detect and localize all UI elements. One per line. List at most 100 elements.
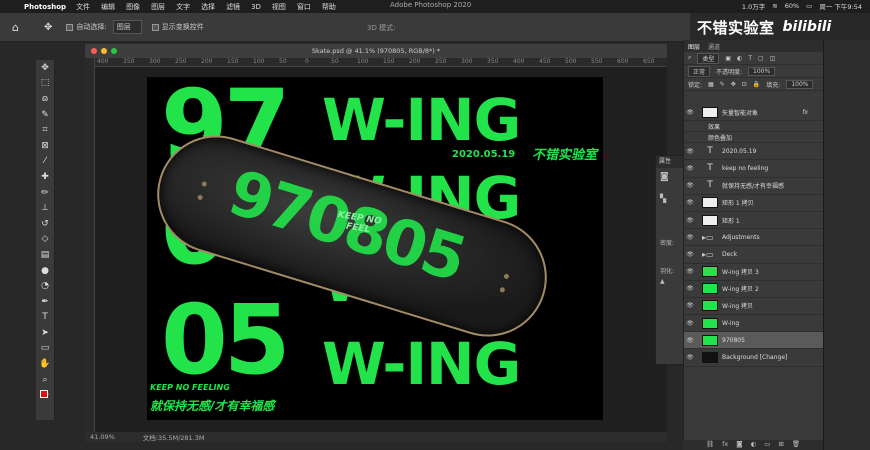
visibility-eye-icon[interactable]: 👁 [684,182,696,189]
minimize-window-icon[interactable] [101,48,107,54]
visibility-eye-icon[interactable]: 👁 [684,302,696,309]
layer-filter-dropdown[interactable]: 类型 [697,52,720,64]
document-tab[interactable]: Skate.psd @ 41.1% (970805, RGB/8*) * [85,44,667,58]
filter-type-icon[interactable]: T [748,55,752,62]
add-mask-icon[interactable]: ◙ [736,440,742,450]
menu-help[interactable]: 帮助 [322,2,336,12]
artwork[interactable]: 97 08 05 W-ING W-ING W-ING W-ING 2020.05… [147,77,603,420]
layer-row[interactable]: 👁 矩形 1 拷贝 [684,195,824,212]
menu-filter[interactable]: 滤镜 [226,2,240,12]
layer-row[interactable]: 👁 T 2020.05.19 [684,143,824,161]
battery-level[interactable]: 60% [785,2,799,10]
menu-file[interactable]: 文件 [76,2,90,12]
path-select-icon[interactable]: ➤ [36,325,54,341]
menu-view[interactable]: 视图 [272,2,286,12]
wifi-icon[interactable]: ≋ [772,2,777,10]
gradient-tool-icon[interactable]: ▤ [36,247,54,263]
frame-tool-icon[interactable]: ⊠ [36,138,54,154]
lock-pixels-icon[interactable]: ▦ [708,81,714,88]
layer-row[interactable]: 👁 W-ing 拷贝 [684,298,824,316]
layer-row[interactable]: 👁 W-ing [684,315,824,333]
brush-tool-icon[interactable]: ✏ [36,185,54,201]
healing-brush-icon[interactable]: ✚ [36,169,54,185]
layer-row[interactable]: 👁 W-ing 拷贝 2 [684,281,824,298]
feather-slider[interactable]: ▲ [660,278,665,285]
menu-image[interactable]: 图像 [126,2,140,12]
visibility-eye-icon[interactable]: 👁 [684,285,696,292]
layer-row[interactable]: 👁 Tkeep no feeling [684,160,824,178]
lock-paint-icon[interactable]: ✎ [720,81,725,88]
quick-select-tool-icon[interactable]: ✎ [36,107,54,123]
menu-edit[interactable]: 编辑 [101,2,115,12]
trash-icon[interactable]: 🗑 [792,440,800,450]
menu-type[interactable]: 文字 [176,2,190,12]
visibility-eye-icon[interactable]: 👁 [684,148,696,155]
tab-layers[interactable]: 图层 [688,42,700,51]
zoom-tool-icon[interactable]: ⌕ [36,372,54,388]
zoom-level[interactable]: 41.09% [90,433,115,441]
rectangle-tool-icon[interactable]: ▭ [36,341,54,357]
fill-field[interactable]: 100% [786,79,814,89]
layer-row[interactable]: 👁 ▸▭ Deck [684,246,824,264]
home-icon[interactable]: ⌂ [12,21,19,34]
close-window-icon[interactable] [91,48,97,54]
stamp-tool-icon[interactable]: ⊥ [36,200,54,216]
layer-effect-item[interactable]: 颜色叠加 [684,132,824,144]
lock-move-icon[interactable]: ✥ [731,81,736,88]
canvas-area[interactable]: 97 08 05 W-ING W-ING W-ING W-ING 2020.05… [95,67,667,432]
layer-row[interactable]: 👁 T 就保持无感/才有幸福感 [684,178,824,195]
filter-shape-icon[interactable]: ▢ [758,55,764,62]
lasso-tool-icon[interactable]: ɷ [36,91,54,107]
foreground-color-swatch[interactable] [40,390,48,398]
doc-size[interactable]: 文档:35.5M/281.3M [143,432,205,442]
opacity-field[interactable]: 100% [748,66,776,76]
crop-tool-icon[interactable]: ⌗ [36,122,54,138]
dodge-tool-icon[interactable]: ◔ [36,278,54,294]
layer-row[interactable]: 👁 W-ing 拷贝 3 [684,264,824,281]
layer-row[interactable]: 👁 Background [Change] [684,349,824,367]
eraser-tool-icon[interactable]: ◇ [36,232,54,248]
adjustment-icon[interactable]: ◐ [751,440,757,450]
visibility-eye-icon[interactable]: 👁 [684,165,696,172]
menu-select[interactable]: 选择 [201,2,215,12]
filter-pixel-icon[interactable]: ▣ [725,55,731,62]
horizontal-ruler[interactable]: 400 350 300 250 200 150 100 50 0 50 100 150 200 250 30… [95,58,667,67]
pen-tool-icon[interactable]: ✒ [36,294,54,310]
move-tool-icon[interactable]: ✥ [36,60,54,76]
lock-all-icon[interactable]: 🔒 [753,81,760,88]
menu-layer[interactable]: 图层 [151,2,165,12]
clock[interactable]: 周一 下午9:54 [819,1,862,11]
vertical-ruler[interactable] [85,58,95,432]
visibility-eye-icon[interactable]: 👁 [684,268,696,275]
filter-adjust-icon[interactable]: ◐ [737,55,742,62]
lock-artboard-icon[interactable]: ⊡ [742,81,747,88]
maximize-window-icon[interactable] [111,48,117,54]
link-layers-icon[interactable]: ⛓ [706,440,714,450]
app-name[interactable]: Photoshop [24,3,66,11]
auto-select-checkbox[interactable] [66,23,74,31]
new-layer-icon[interactable]: ⊞ [778,440,783,450]
tab-channels[interactable]: 通道 [708,42,720,51]
menu-window[interactable]: 窗口 [297,2,311,12]
visibility-eye-icon[interactable]: 👁 [684,199,696,206]
fx-icon[interactable]: fx [722,440,728,450]
filter-smart-icon[interactable]: ◫ [770,55,776,62]
layer-row[interactable]: 👁 矩形 1 [684,212,824,230]
blend-mode-dropdown[interactable]: 正常 [688,65,711,77]
show-transform-checkbox[interactable] [151,23,159,31]
mask-icon[interactable]: ◙ [660,172,669,182]
move-tool-icon[interactable]: ✥ [44,22,52,33]
word-count[interactable]: 1.0万字 [742,1,765,11]
new-group-icon[interactable]: ▭ [764,440,770,450]
layer-row[interactable]: 👁 ▸▭ Adjustments [684,229,824,247]
blur-tool-icon[interactable]: ● [36,263,54,279]
visibility-eye-icon[interactable]: 👁 [684,320,696,327]
layer-effect-item[interactable]: 效果 [684,121,824,133]
hand-tool-icon[interactable]: ✋ [36,356,54,372]
battery-icon[interactable]: ▭ [806,2,812,10]
visibility-eye-icon[interactable]: 👁 [684,337,696,344]
type-tool-icon[interactable]: T [36,310,54,326]
history-brush-icon[interactable]: ↺ [36,216,54,232]
menu-3d[interactable]: 3D [251,3,261,11]
eyedropper-tool-icon[interactable]: ⁄ [36,154,54,170]
